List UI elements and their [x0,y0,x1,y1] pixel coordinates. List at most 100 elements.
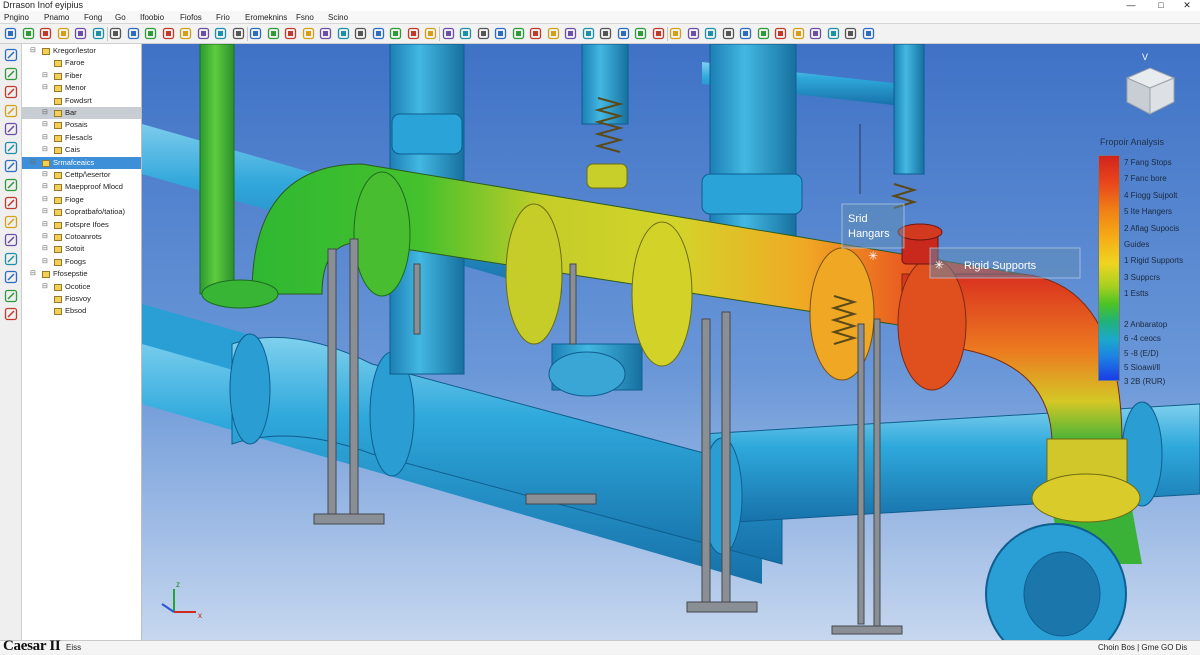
menu-item[interactable]: Scino [328,13,348,22]
filter-icon[interactable] [599,27,612,40]
help-icon[interactable] [652,27,665,40]
close-button[interactable]: ✕ [1174,0,1200,11]
bend-icon[interactable] [232,27,245,40]
render-icon[interactable] [722,27,735,40]
rotate-icon[interactable] [144,27,157,40]
select-icon[interactable] [4,48,18,62]
model-viewport[interactable]: Srid Hangars ✳ ✳ Rigid Supports V z x [142,44,1200,640]
restraint-icon[interactable] [302,27,315,40]
tree-expander-icon[interactable]: ⊟ [42,256,48,268]
clipboard-icon[interactable] [4,178,18,192]
tree-item[interactable]: Fowdsrt [22,95,141,107]
tree-item[interactable]: Faroe [22,57,141,69]
tree-item[interactable]: ⊟ Copratbafo/tatioa) [22,206,141,218]
pen-icon[interactable] [4,196,18,210]
tree-expander-icon[interactable]: ⊟ [42,281,48,293]
menu-item[interactable]: Eromeknins [245,13,287,22]
tree-expander-icon[interactable]: ⊟ [42,169,48,181]
zoom-icon[interactable] [109,27,122,40]
eraser-icon[interactable] [4,215,18,229]
maximize-button[interactable]: □ [1148,0,1174,11]
tree-item[interactable]: ⊟ Fioge [22,194,141,206]
run-icon[interactable] [442,27,455,40]
save-icon[interactable] [92,27,105,40]
home-icon[interactable] [774,27,787,40]
tree-expander-icon[interactable]: ⊟ [42,243,48,255]
minimize-button[interactable]: — [1118,0,1144,11]
pipe-icon[interactable] [179,27,192,40]
menu-item[interactable]: Pnamo [44,13,69,22]
tree-expander-icon[interactable]: ⊟ [42,82,48,94]
tree-item[interactable]: ⊟ Srmafceaics [22,156,141,169]
tee-icon[interactable] [249,27,262,40]
target-icon[interactable] [809,27,822,40]
tools-icon[interactable] [4,289,18,303]
check-icon[interactable] [354,27,367,40]
valve-icon[interactable] [214,27,227,40]
search-icon[interactable] [827,27,840,40]
grid-icon[interactable] [477,27,490,40]
list-icon[interactable] [372,27,385,40]
tree-item[interactable]: Ebsod [22,305,141,317]
folder-icon[interactable] [4,252,18,266]
support-icon[interactable] [267,27,280,40]
info-icon[interactable] [739,27,752,40]
section-icon[interactable] [512,27,525,40]
tree-item[interactable]: ⊟ Flesacls [22,132,141,144]
tag-icon[interactable] [757,27,770,40]
tree-item[interactable]: Fiosvoy [22,293,141,305]
report-icon[interactable] [459,27,472,40]
tool-icon[interactable] [844,27,857,40]
menu-item[interactable]: Frio [216,13,230,22]
layer-icon[interactable] [494,27,507,40]
tree-expander-icon[interactable]: ⊟ [42,231,48,243]
tree-expander-icon[interactable]: ⊟ [30,268,36,280]
menu-item[interactable]: Pngino [4,13,29,22]
stress-icon[interactable] [424,27,437,40]
node-icon[interactable] [319,27,332,40]
calculator-icon[interactable] [4,122,18,136]
tree-item[interactable]: ⊟ Menor [22,82,141,94]
diamond-icon[interactable] [792,27,805,40]
tree-item[interactable]: ⊟ Ffosepstie [22,268,141,280]
tree-item[interactable]: ⊟ Fotspre Ifoes [22,219,141,231]
tree-item[interactable]: ⊟ Cotoanrots [22,231,141,243]
link-icon[interactable] [4,104,18,118]
fit-icon[interactable] [634,27,647,40]
axis-icon[interactable] [4,307,18,321]
tree-item[interactable]: ⊟ Foogs [22,256,141,268]
hanger-icon[interactable] [284,27,297,40]
cut-icon[interactable] [529,27,542,40]
tree-expander-icon[interactable]: ⊟ [42,206,48,218]
tree-expander-icon[interactable]: ⊟ [42,119,48,131]
plot-icon[interactable] [407,27,420,40]
menu-item[interactable]: Ifoobio [140,13,164,22]
monitor-icon[interactable] [4,159,18,173]
menu-item[interactable]: Fiofos [180,13,202,22]
new-icon[interactable] [57,27,70,40]
undo-icon[interactable] [22,27,35,40]
tree-item[interactable]: ⊟ Ocotice [22,281,141,293]
load-icon[interactable] [617,27,630,40]
copy-icon[interactable] [547,27,560,40]
tree-expander-icon[interactable]: ⊟ [42,107,48,119]
tree-item[interactable]: ⊟ Cettp/\esertor [22,169,141,181]
light-icon[interactable] [704,27,717,40]
tree-expander-icon[interactable]: ⊟ [42,132,48,144]
tree-item[interactable]: ⊟ Sotoit [22,243,141,255]
tree-item[interactable]: ⊟ Kregor/lestor [22,45,141,57]
tree-item[interactable]: ⊟ Posais [22,119,141,131]
tree-item[interactable]: ⊟ Maepproof Mlocd [22,181,141,193]
tree-expander-icon[interactable]: ⊟ [30,157,36,169]
flange-icon[interactable] [197,27,210,40]
menu-item[interactable]: Fsno [296,13,314,22]
find-icon[interactable] [582,27,595,40]
memory-icon[interactable] [4,141,18,155]
refresh-icon[interactable] [127,27,140,40]
paste-icon[interactable] [564,27,577,40]
pan-icon[interactable] [162,27,175,40]
export-icon[interactable] [862,27,875,40]
measure-icon[interactable] [337,27,350,40]
stack-icon[interactable] [4,270,18,284]
tree-expander-icon[interactable]: ⊟ [42,194,48,206]
